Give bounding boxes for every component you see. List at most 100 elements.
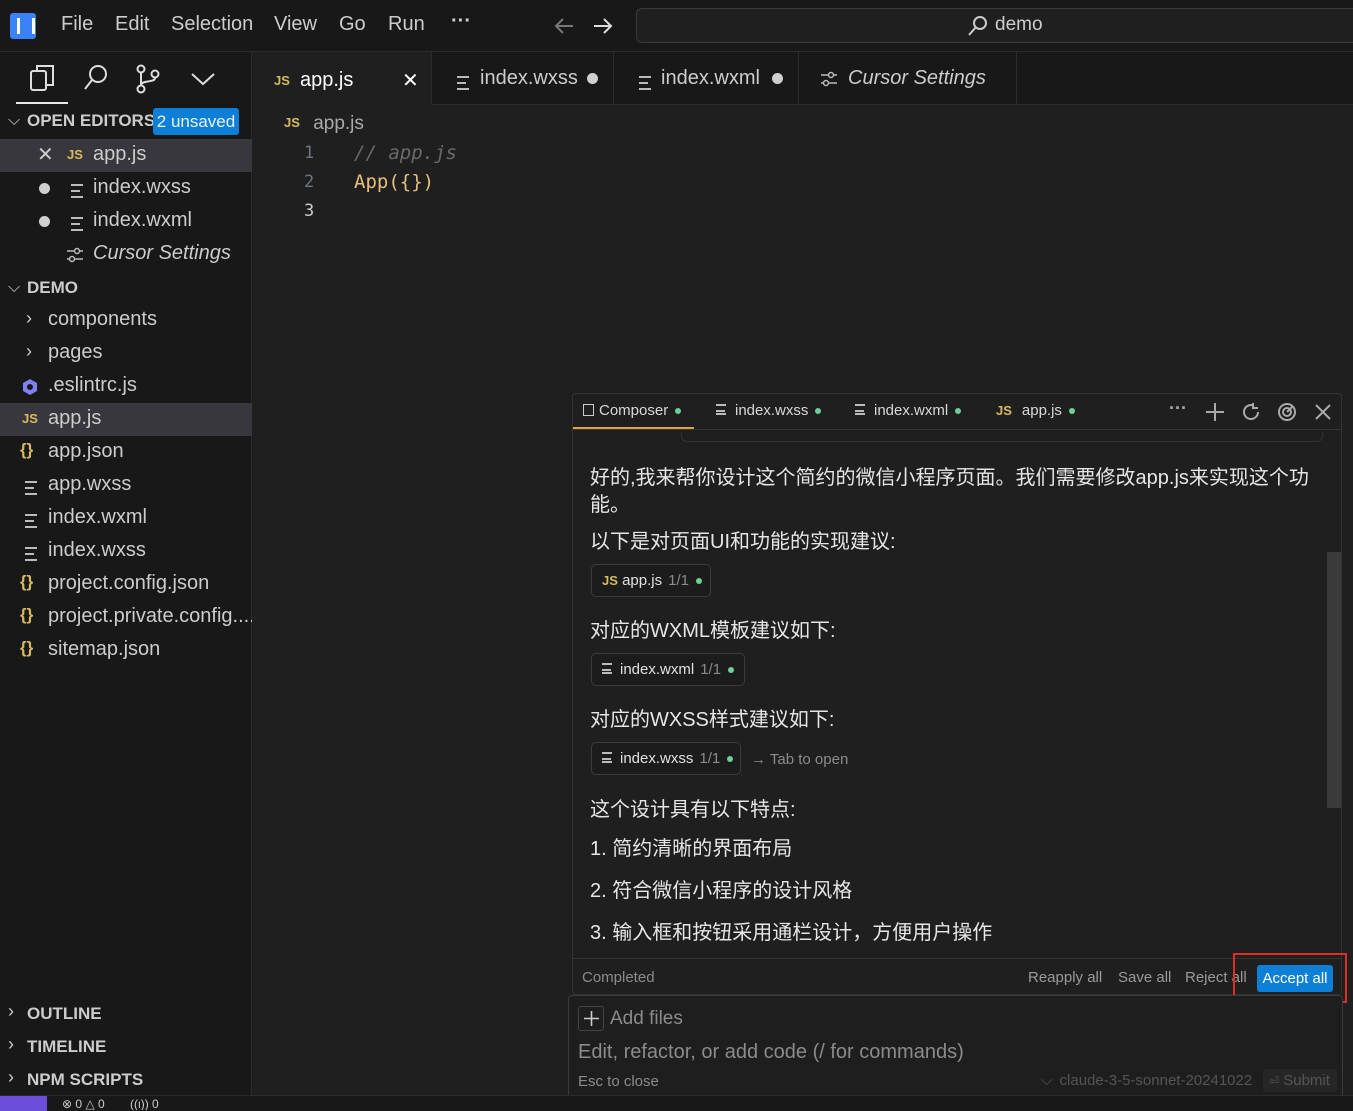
remote-indicator[interactable] xyxy=(0,1096,47,1111)
model-selector[interactable]: ⌵ claude-3-5-sonnet-20241022 xyxy=(1041,1072,1252,1089)
timeline-header[interactable]: › TIMELINE xyxy=(0,1032,252,1062)
add-files-label[interactable]: Add files xyxy=(610,1008,683,1030)
history-icon[interactable] xyxy=(1277,402,1297,422)
tree-item-index-wxss[interactable]: index.wxss xyxy=(0,535,252,568)
file-lines-icon xyxy=(716,404,726,415)
breadcrumb[interactable]: JS app.js xyxy=(284,113,364,135)
json-braces-icon: {} xyxy=(20,638,34,657)
tab-label: index.wxml xyxy=(661,67,760,89)
file-lines-icon xyxy=(639,76,651,90)
command-center-search[interactable]: demo xyxy=(636,8,1353,43)
menu-go[interactable]: Go xyxy=(339,13,366,36)
composer-input[interactable]: Add files Edit, refactor, or add code (/… xyxy=(568,995,1343,1103)
file-lines-icon xyxy=(25,547,37,561)
menu-selection[interactable]: Selection xyxy=(171,13,253,36)
menu-run[interactable]: Run xyxy=(388,13,425,36)
tree-item-pages[interactable]: › pages xyxy=(0,337,252,370)
line-number: 1 xyxy=(304,143,315,163)
chip-label: index.wxss xyxy=(620,750,694,767)
chevron-down-icon: ⌵ xyxy=(8,112,21,129)
unsaved-dot-icon[interactable] xyxy=(587,73,598,84)
scrollbar-thumb[interactable] xyxy=(1327,552,1341,808)
outline-header[interactable]: › OUTLINE xyxy=(0,999,252,1029)
composer-tab[interactable]: Composer xyxy=(583,402,682,419)
tree-item-index-wxml[interactable]: index.wxml xyxy=(0,502,252,535)
file-lines-icon xyxy=(602,663,612,674)
tab-label: app.js xyxy=(1021,402,1062,419)
tree-item-label: app.js xyxy=(48,407,102,429)
open-editor-app-js[interactable]: ✕ JS app.js xyxy=(0,139,252,172)
problems-indicator[interactable]: ⊗ 0 △ 0 ((ι)) 0 xyxy=(62,1097,159,1110)
save-all-button[interactable]: Save all xyxy=(1118,969,1171,986)
menu-edit[interactable]: Edit xyxy=(115,13,149,36)
explorer-icon[interactable] xyxy=(29,64,55,92)
composer-tab-bar: Composer index.wxss index.wxml JS app.js … xyxy=(573,394,1341,430)
submit-button[interactable]: ⏎ Submit xyxy=(1263,1069,1337,1092)
close-icon[interactable]: ✕ xyxy=(402,68,419,93)
source-control-icon[interactable] xyxy=(135,64,161,94)
menu-file[interactable]: File xyxy=(61,13,93,36)
tree-item-eslintrc[interactable]: .eslintrc.js xyxy=(0,370,252,403)
nav-back-icon[interactable] xyxy=(553,15,575,37)
file-chip-index-wxss[interactable]: index.wxss 1/1 xyxy=(591,742,741,775)
close-icon[interactable]: ✕ xyxy=(37,142,54,167)
tree-item-label: project.config.json xyxy=(48,572,210,594)
composer-tab-app-js[interactable]: JS app.js xyxy=(996,402,1075,419)
composer-tab-index-wxss[interactable]: index.wxss xyxy=(716,402,822,419)
tab-index-wxml[interactable]: index.wxml xyxy=(615,52,799,105)
reapply-all-button[interactable]: Reapply all xyxy=(1028,969,1102,986)
file-chip-app-js[interactable]: JS app.js 1/1 xyxy=(591,564,711,597)
menu-view[interactable]: View xyxy=(274,13,317,36)
open-editor-index-wxss[interactable]: index.wxss xyxy=(0,172,252,205)
tree-item-app-json[interactable]: {} app.json xyxy=(0,436,252,469)
tab-app-js[interactable]: JS app.js ✕ xyxy=(252,52,432,105)
tab-index-wxss[interactable]: index.wxss xyxy=(433,52,614,105)
folder-demo-header[interactable]: ⌵ DEMO xyxy=(0,273,252,303)
npm-scripts-header[interactable]: › NPM SCRIPTS xyxy=(0,1065,252,1095)
js-file-icon: JS xyxy=(602,573,618,588)
file-lines-icon xyxy=(602,752,612,763)
tree-item-sitemap[interactable]: {} sitemap.json xyxy=(0,634,252,667)
refresh-icon[interactable] xyxy=(1241,402,1261,422)
menu-more-button[interactable]: ··· xyxy=(451,10,471,33)
tab-cursor-settings[interactable]: Cursor Settings xyxy=(800,52,1017,105)
message-text: 对应的WXSS样式建议如下: xyxy=(590,709,835,731)
message-text: 对应的WXML模板建议如下: xyxy=(590,620,836,642)
file-lines-icon xyxy=(855,404,865,415)
file-lines-icon xyxy=(25,481,37,495)
unsaved-dot-icon[interactable] xyxy=(772,73,783,84)
prompt-placeholder[interactable]: Edit, refactor, or add code (/ for comma… xyxy=(578,1041,964,1064)
sidebar-view-switcher xyxy=(0,52,252,104)
list-item: 3. 输入框和按钮采用通栏设计，方便用户操作 xyxy=(590,922,993,944)
tree-item-components[interactable]: › components xyxy=(0,304,252,337)
file-lines-icon xyxy=(457,76,469,90)
chip-count: 1/1 xyxy=(700,661,722,678)
search-label: demo xyxy=(995,14,1043,35)
nav-forward-icon[interactable] xyxy=(592,15,614,37)
ports-count: 0 xyxy=(152,1097,159,1110)
open-editor-index-wxml[interactable]: index.wxml xyxy=(0,205,252,238)
more-icon[interactable]: ··· xyxy=(1169,398,1187,419)
status-dot-icon xyxy=(955,408,962,415)
tree-item-app-wxss[interactable]: app.wxss xyxy=(0,469,252,502)
tree-item-label: app.json xyxy=(48,440,124,462)
ports-icon: ((ι)) xyxy=(130,1097,149,1110)
tree-item-label: project.private.config.... xyxy=(48,605,255,627)
open-editor-cursor-settings[interactable]: Cursor Settings xyxy=(0,238,252,271)
tab-label: Cursor Settings xyxy=(848,67,986,89)
tree-item-project-config[interactable]: {} project.config.json xyxy=(0,568,252,601)
tree-item-app-js[interactable]: JS app.js xyxy=(0,403,252,436)
composer-tab-index-wxml[interactable]: index.wxml xyxy=(855,402,962,419)
app-logo-icon xyxy=(10,13,36,39)
unsaved-dot-icon[interactable] xyxy=(39,183,50,194)
tree-item-project-private-config[interactable]: {} project.private.config.... xyxy=(0,601,255,634)
search-icon[interactable] xyxy=(83,64,109,92)
unsaved-dot-icon[interactable] xyxy=(39,216,50,227)
title-bar: File Edit Selection View Go Run ··· demo xyxy=(0,0,1353,52)
plus-icon[interactable] xyxy=(1205,402,1225,422)
file-chip-index-wxml[interactable]: index.wxml 1/1 xyxy=(591,653,745,686)
message-text: 以下是对页面UI和功能的实现建议: xyxy=(590,531,896,553)
close-icon[interactable] xyxy=(1315,404,1331,420)
add-files-button[interactable] xyxy=(578,1006,604,1031)
chevron-down-icon[interactable] xyxy=(190,70,216,88)
